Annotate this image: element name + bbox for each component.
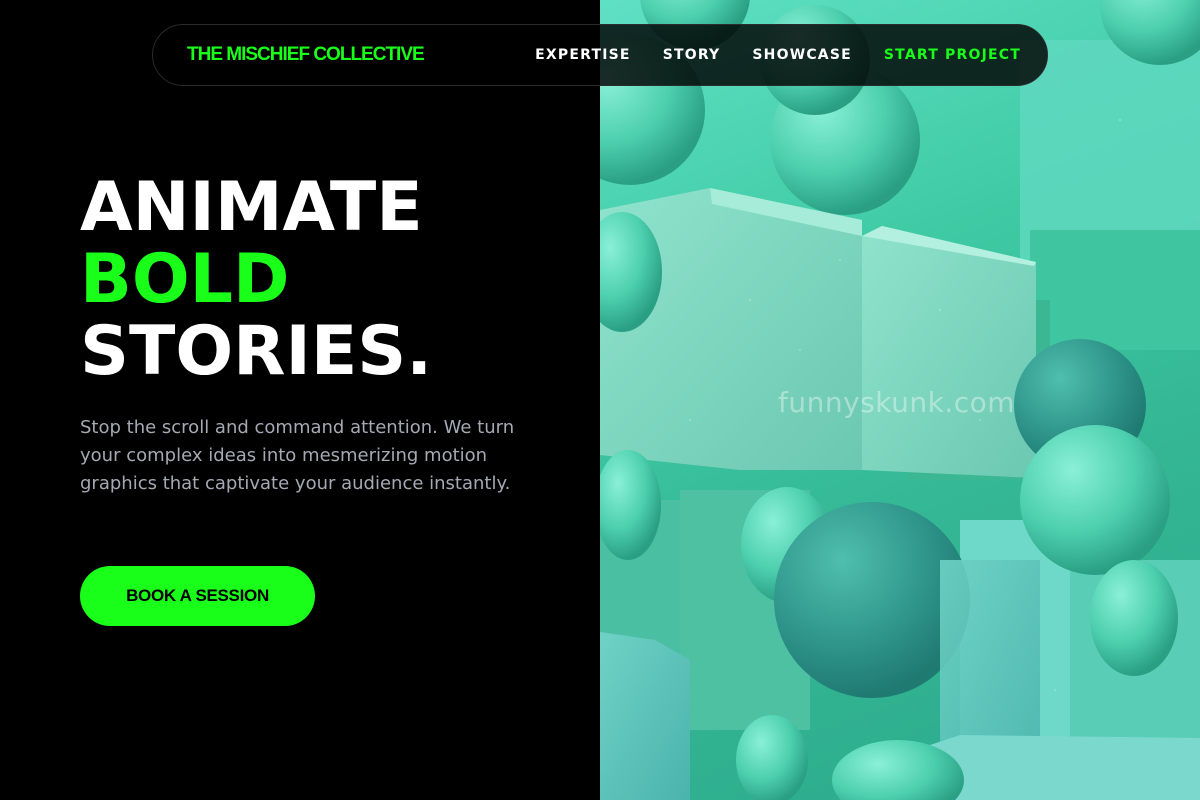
book-session-button[interactable]: BOOK A SESSION xyxy=(80,566,315,626)
top-navbar: THE MISCHIEF COLLECTIVE EXPERTISE STORY … xyxy=(152,24,1048,86)
hero-headline: ANIMATE BOLD STORIES. xyxy=(80,172,432,388)
nav-item-start-project[interactable]: START PROJECT xyxy=(884,47,1021,63)
hero-left-panel xyxy=(0,0,600,800)
nav-item-story[interactable]: STORY xyxy=(663,47,721,63)
hero-line-bold: BOLD xyxy=(80,240,290,319)
brand-logo[interactable]: THE MISCHIEF COLLECTIVE xyxy=(187,44,425,66)
hero-line-stories: STORIES. xyxy=(80,312,433,391)
nav-item-expertise[interactable]: EXPERTISE xyxy=(535,47,631,63)
nav-links: EXPERTISE STORY SHOWCASE START PROJECT xyxy=(535,47,1021,63)
hero-line-animate: ANIMATE xyxy=(80,168,423,247)
nav-item-showcase[interactable]: SHOWCASE xyxy=(752,47,852,63)
watermark-text: funnyskunk.com xyxy=(778,386,1016,419)
hero-description: Stop the scroll and command attention. W… xyxy=(80,417,515,494)
